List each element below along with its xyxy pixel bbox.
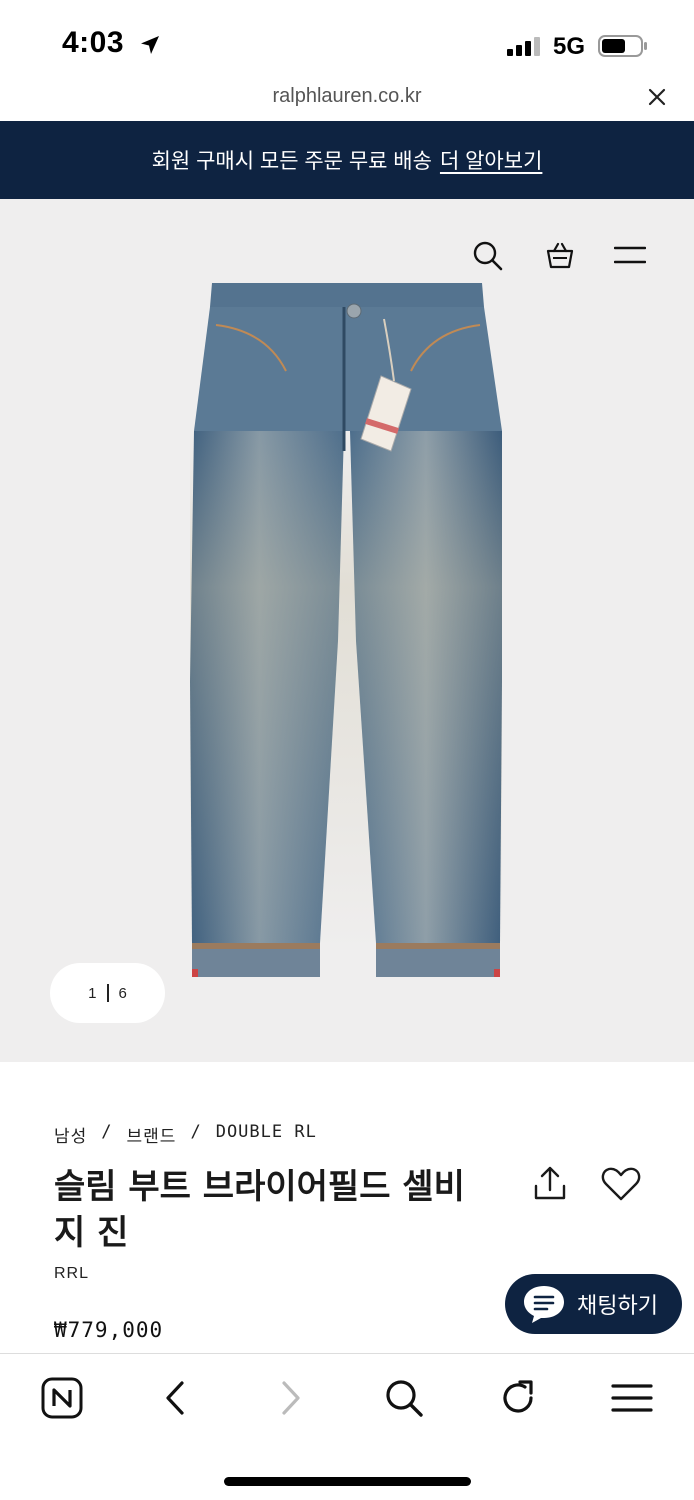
forward-icon	[282, 1381, 300, 1415]
search-icon[interactable]	[472, 240, 504, 272]
promo-text: 회원 구매시 모든 주문 무료 배송	[151, 150, 432, 173]
product-brand: RRL	[54, 1265, 90, 1282]
browser-toolbar	[0, 1353, 694, 1500]
home-indicator	[224, 1477, 471, 1486]
forward-button[interactable]	[268, 1376, 312, 1420]
breadcrumb-men[interactable]: 남성	[54, 1122, 87, 1147]
url-bar[interactable]: ralphlauren.co.kr	[0, 78, 694, 120]
network-type: 5G	[553, 33, 586, 60]
shopping-bag-icon[interactable]	[544, 239, 576, 271]
naver-home-button[interactable]	[40, 1376, 84, 1420]
battery-icon	[598, 35, 647, 57]
pager-current: 1	[88, 984, 97, 1002]
product-title: 슬림 부트 브라이어필드 셀비지 진	[54, 1167, 465, 1253]
signal-icon	[507, 37, 540, 56]
breadcrumb-double-rl[interactable]: DOUBLE RL	[216, 1122, 317, 1147]
menu-icon[interactable]	[614, 243, 646, 267]
search-icon	[386, 1380, 423, 1417]
pager-total: 6	[118, 984, 127, 1002]
search-button[interactable]	[382, 1376, 426, 1420]
status-bar: 4:03 5G	[0, 0, 694, 78]
promo-banner: 회원 구매시 모든 주문 무료 배송 더 알아보기	[0, 121, 694, 199]
product-image[interactable]	[186, 281, 508, 981]
gallery-pager: 1 6	[50, 963, 165, 1023]
menu-button[interactable]	[610, 1376, 654, 1420]
breadcrumb-separator: /	[101, 1122, 113, 1142]
back-icon	[166, 1381, 184, 1415]
heart-icon[interactable]	[600, 1164, 642, 1204]
breadcrumb-brand[interactable]: 브랜드	[127, 1122, 177, 1147]
menu-icon	[611, 1384, 653, 1412]
product-price: ₩779,000	[54, 1318, 164, 1342]
breadcrumb-separator: /	[190, 1122, 202, 1142]
chat-label: 채팅하기	[577, 1293, 658, 1318]
close-icon[interactable]	[646, 86, 668, 108]
refresh-button[interactable]	[496, 1376, 540, 1420]
status-time: 4:03	[62, 26, 125, 59]
refresh-icon	[503, 1380, 533, 1413]
url-domain[interactable]: ralphlauren.co.kr	[0, 85, 694, 108]
share-icon[interactable]	[530, 1164, 570, 1204]
product-gallery[interactable]: 1 6	[0, 199, 694, 1062]
promo-learn-more-link[interactable]: 더 알아보기	[440, 145, 542, 175]
breadcrumb: 남성 / 브랜드 / DOUBLE RL	[54, 1122, 317, 1147]
back-button[interactable]	[154, 1376, 198, 1420]
location-arrow-icon	[141, 36, 159, 54]
naver-home-icon	[41, 1377, 83, 1419]
pager-divider	[106, 984, 109, 1002]
chat-button[interactable]: 채팅하기	[505, 1274, 682, 1334]
chat-icon	[524, 1286, 564, 1323]
